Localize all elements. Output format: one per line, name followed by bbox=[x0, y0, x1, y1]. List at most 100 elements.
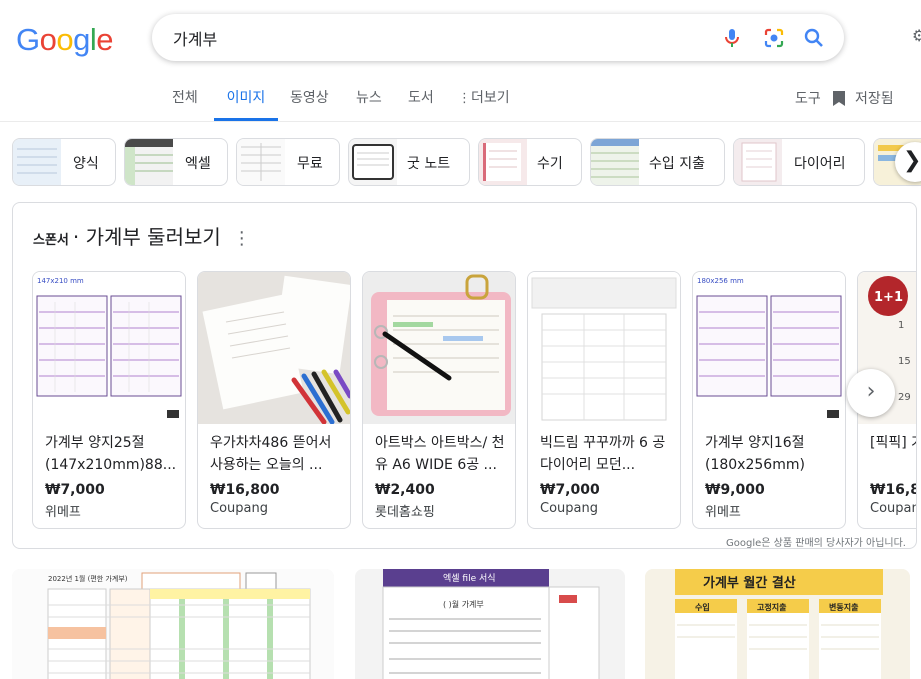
product-store: Coupan bbox=[870, 501, 917, 516]
chip-template[interactable]: 양식 bbox=[12, 138, 116, 186]
products-next-button[interactable]: › bbox=[847, 369, 895, 417]
chip-thumbnail bbox=[125, 139, 173, 185]
product-image bbox=[198, 272, 350, 424]
more-options-icon[interactable]: ⋮ bbox=[233, 228, 251, 249]
chip-label: 굿 노트 bbox=[407, 156, 451, 172]
sponsored-title: · 가계부 둘러보기 bbox=[72, 225, 221, 249]
product-name: [픽픽] 가계부 ... bbox=[870, 435, 916, 451]
search-box bbox=[152, 14, 844, 61]
svg-text:15: 15 bbox=[898, 356, 911, 367]
microphone-icon[interactable] bbox=[720, 26, 744, 50]
result-column: 수입 bbox=[695, 602, 710, 612]
sponsored-tag: 스폰서 bbox=[33, 233, 69, 248]
product-badge: 1+1 bbox=[874, 290, 903, 305]
chip-label: 엑셀 bbox=[185, 156, 211, 172]
chip-label: 다이어리 bbox=[794, 156, 846, 172]
product-card[interactable]: 180x256 mm 가계부 양지16절 (180x256mm) Ne... ₩… bbox=[692, 271, 846, 529]
product-badge: 180x256 mm bbox=[697, 277, 744, 285]
saved-label: 저장됨 bbox=[855, 91, 894, 107]
sponsored-products-card: 스폰서 · 가계부 둘러보기 ⋮ 147x210 mm 가계부 양지25절 (1… bbox=[12, 202, 917, 549]
chip-excel[interactable]: 엑셀 bbox=[124, 138, 228, 186]
saved-button[interactable]: 저장됨 bbox=[832, 88, 894, 108]
tab-more[interactable]: ⋮더보기 bbox=[458, 88, 510, 121]
chip-thumbnail bbox=[479, 139, 527, 185]
result-image: 가계부 월간 결산 수입 고정지출 변동지출 bbox=[645, 569, 910, 679]
chip-income-expense[interactable]: 수입 지출 bbox=[590, 138, 725, 186]
chip-goodnotes[interactable]: 굿 노트 bbox=[348, 138, 470, 186]
image-result[interactable]: 2022년 1월 (편한 가계부) bbox=[12, 569, 334, 679]
tab-all[interactable]: 전체 bbox=[172, 88, 198, 121]
product-card[interactable]: 우가차차486 뜯어서 사용하는 오늘의 ... ₩16,800 Coupang bbox=[197, 271, 351, 529]
chip-thumbnail bbox=[13, 139, 61, 185]
chip-thumbnail bbox=[734, 139, 782, 185]
chip-label: 무료 bbox=[297, 156, 323, 172]
chip-free[interactable]: 무료 bbox=[236, 138, 340, 186]
product-store: Coupang bbox=[210, 501, 268, 516]
sponsored-disclaimer: Google은 상품 판매의 당사자가 아닙니다. bbox=[726, 538, 906, 549]
bookmark-icon bbox=[833, 90, 845, 106]
product-image: 147x210 mm bbox=[33, 272, 185, 424]
tab-books[interactable]: 도서 bbox=[408, 88, 434, 121]
product-price: ₩7,000 bbox=[540, 482, 600, 498]
product-store: 위메프 bbox=[45, 505, 81, 520]
search-input[interactable] bbox=[173, 28, 693, 47]
product-price: ₩9,000 bbox=[705, 482, 765, 498]
image-result[interactable]: 가계부 월간 결산 수입 고정지출 변동지출 bbox=[645, 569, 910, 679]
logo-letter: o bbox=[39, 22, 57, 57]
product-price: ₩2,400 bbox=[375, 482, 435, 498]
tab-news[interactable]: 뉴스 bbox=[356, 88, 382, 121]
result-image: 2022년 1월 (편한 가계부) bbox=[12, 569, 334, 679]
result-title: 가계부 월간 결산 bbox=[703, 575, 796, 591]
product-store: 위메프 bbox=[705, 505, 741, 520]
product-image bbox=[528, 272, 680, 424]
chevron-right-icon: ❯ bbox=[903, 148, 921, 173]
chip-label: 수기 bbox=[537, 156, 563, 172]
result-image: 엑셀 file 서식 ( )월 가계부 bbox=[355, 569, 625, 679]
chip-diary[interactable]: 다이어리 bbox=[733, 138, 865, 186]
chip-thumbnail bbox=[237, 139, 285, 185]
product-name: 우가차차486 뜯어서 사용하는 오늘의 ... bbox=[210, 435, 332, 473]
google-logo[interactable]: Google bbox=[16, 22, 114, 58]
product-card[interactable]: 147x210 mm 가계부 양지25절 (147x210mm)88... ₩7… bbox=[32, 271, 186, 529]
svg-text:29: 29 bbox=[898, 392, 911, 403]
chip-label: 수입 지출 bbox=[649, 156, 705, 172]
chip-thumbnail bbox=[349, 139, 397, 185]
product-card[interactable]: 빅드림 꾸꾸까까 6 공 다이어리 모던... ₩7,000 Coupang bbox=[527, 271, 681, 529]
lens-icon[interactable] bbox=[762, 26, 786, 50]
product-store: Coupang bbox=[540, 501, 598, 516]
more-vert-icon: ⋮ bbox=[458, 91, 471, 106]
chevron-right-icon: › bbox=[866, 379, 876, 404]
tab-videos[interactable]: 동영상 bbox=[290, 88, 329, 121]
product-image: 180x256 mm bbox=[693, 272, 845, 424]
result-column: 고정지출 bbox=[757, 602, 787, 612]
tab-more-label: 더보기 bbox=[471, 90, 510, 106]
product-name: 가계부 양지16절 (180x256mm) Ne... bbox=[705, 435, 805, 473]
logo-letter: o bbox=[56, 22, 74, 57]
logo-letter: g bbox=[73, 22, 90, 57]
product-image bbox=[363, 272, 515, 424]
product-badge: 147x210 mm bbox=[37, 277, 84, 285]
product-store: 롯데홈쇼핑 bbox=[375, 505, 435, 520]
search-icon[interactable] bbox=[802, 26, 826, 50]
sponsored-header: 스폰서 · 가계부 둘러보기 ⋮ bbox=[33, 221, 251, 250]
logo-letter: G bbox=[16, 22, 40, 57]
product-price: ₩16,80 bbox=[870, 482, 916, 498]
result-title: 2022년 1월 (편한 가계부) bbox=[48, 574, 128, 583]
chip-handwritten[interactable]: 수기 bbox=[478, 138, 582, 186]
tools-button[interactable]: 도구 bbox=[795, 88, 821, 108]
product-card[interactable]: 아트박스 아트박스/ 천유 A6 WIDE 6공 ... ₩2,400 롯데홈쇼… bbox=[362, 271, 516, 529]
sponsored-title-text: 가계부 둘러보기 bbox=[85, 225, 221, 249]
product-price: ₩16,800 bbox=[210, 482, 280, 498]
svg-text:1: 1 bbox=[898, 320, 904, 331]
settings-icon[interactable]: ⚙ bbox=[912, 26, 921, 48]
product-name: 가계부 양지25절 (147x210mm)88... bbox=[45, 435, 177, 473]
search-tabs: 전체 이미지 동영상 뉴스 도서 ⋮더보기 도구 저장됨 bbox=[0, 88, 921, 122]
logo-letter: e bbox=[96, 22, 114, 57]
image-result[interactable]: 엑셀 file 서식 ( )월 가계부 bbox=[355, 569, 625, 679]
product-price: ₩7,000 bbox=[45, 482, 105, 498]
tab-images[interactable]: 이미지 bbox=[214, 88, 278, 121]
result-title: ( )월 가계부 bbox=[443, 599, 484, 609]
product-name: 아트박스 아트박스/ 천유 A6 WIDE 6공 ... bbox=[375, 435, 505, 473]
result-column: 변동지출 bbox=[829, 602, 859, 612]
result-header: 엑셀 file 서식 bbox=[443, 572, 496, 584]
